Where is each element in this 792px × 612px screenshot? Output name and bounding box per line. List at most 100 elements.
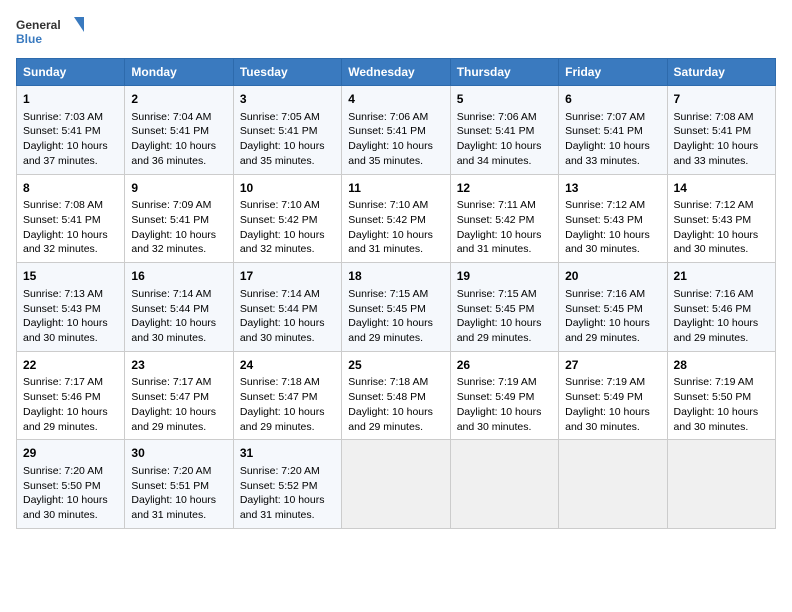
week-row-2: 8Sunrise: 7:08 AMSunset: 5:41 PMDaylight… [17,174,776,263]
day-info: Daylight: 10 hours [348,316,443,331]
calendar-cell: 4Sunrise: 7:06 AMSunset: 5:41 PMDaylight… [342,86,450,175]
day-info: Sunrise: 7:11 AM [457,198,552,213]
week-row-5: 29Sunrise: 7:20 AMSunset: 5:50 PMDayligh… [17,440,776,529]
day-number: 21 [674,268,769,285]
day-info: Daylight: 10 hours [131,405,226,420]
calendar-cell: 9Sunrise: 7:09 AMSunset: 5:41 PMDaylight… [125,174,233,263]
day-info: Sunset: 5:41 PM [348,124,443,139]
day-info: Daylight: 10 hours [240,228,335,243]
calendar-cell [450,440,558,529]
day-info: Daylight: 10 hours [23,139,118,154]
day-info: and 29 minutes. [674,331,769,346]
day-number: 12 [457,180,552,197]
day-info: and 30 minutes. [131,331,226,346]
day-info: Sunset: 5:47 PM [131,390,226,405]
day-info: Daylight: 10 hours [565,405,660,420]
day-number: 13 [565,180,660,197]
day-info: and 33 minutes. [565,154,660,169]
day-info: Sunset: 5:44 PM [240,302,335,317]
day-info: Daylight: 10 hours [348,405,443,420]
day-info: Sunrise: 7:19 AM [565,375,660,390]
calendar-cell: 21Sunrise: 7:16 AMSunset: 5:46 PMDayligh… [667,263,775,352]
day-info: and 30 minutes. [565,242,660,257]
day-info: Daylight: 10 hours [240,139,335,154]
calendar-cell: 8Sunrise: 7:08 AMSunset: 5:41 PMDaylight… [17,174,125,263]
day-info: Daylight: 10 hours [131,228,226,243]
day-info: and 29 minutes. [23,420,118,435]
day-info: Daylight: 10 hours [131,493,226,508]
day-info: Daylight: 10 hours [348,139,443,154]
day-number: 15 [23,268,118,285]
day-info: Sunrise: 7:06 AM [348,110,443,125]
day-info: and 31 minutes. [457,242,552,257]
day-info: Daylight: 10 hours [348,228,443,243]
day-info: Sunset: 5:43 PM [674,213,769,228]
calendar-cell [667,440,775,529]
day-info: Sunrise: 7:15 AM [457,287,552,302]
logo: General Blue [16,16,86,48]
day-info: Sunset: 5:52 PM [240,479,335,494]
day-info: Sunrise: 7:10 AM [348,198,443,213]
day-info: Daylight: 10 hours [674,228,769,243]
week-row-1: 1Sunrise: 7:03 AMSunset: 5:41 PMDaylight… [17,86,776,175]
day-number: 30 [131,445,226,462]
day-number: 26 [457,357,552,374]
day-info: and 32 minutes. [23,242,118,257]
day-info: Sunrise: 7:08 AM [23,198,118,213]
day-number: 20 [565,268,660,285]
day-info: Sunrise: 7:16 AM [674,287,769,302]
day-info: and 29 minutes. [131,420,226,435]
day-info: Sunrise: 7:08 AM [674,110,769,125]
day-info: Sunrise: 7:17 AM [23,375,118,390]
day-info: and 29 minutes. [348,420,443,435]
calendar-cell: 28Sunrise: 7:19 AMSunset: 5:50 PMDayligh… [667,351,775,440]
day-info: and 29 minutes. [457,331,552,346]
day-info: Sunrise: 7:03 AM [23,110,118,125]
column-header-tuesday: Tuesday [233,59,341,86]
day-info: and 35 minutes. [348,154,443,169]
day-info: Daylight: 10 hours [457,405,552,420]
day-number: 19 [457,268,552,285]
day-info: and 31 minutes. [131,508,226,523]
day-info: and 35 minutes. [240,154,335,169]
day-info: Sunset: 5:43 PM [23,302,118,317]
day-info: Sunrise: 7:18 AM [240,375,335,390]
day-number: 11 [348,180,443,197]
day-info: Sunset: 5:43 PM [565,213,660,228]
day-info: Sunset: 5:45 PM [457,302,552,317]
day-info: Sunrise: 7:14 AM [131,287,226,302]
calendar-cell: 25Sunrise: 7:18 AMSunset: 5:48 PMDayligh… [342,351,450,440]
day-info: Sunset: 5:42 PM [457,213,552,228]
day-info: Daylight: 10 hours [23,405,118,420]
day-info: Daylight: 10 hours [565,316,660,331]
day-info: Sunrise: 7:10 AM [240,198,335,213]
calendar-cell: 6Sunrise: 7:07 AMSunset: 5:41 PMDaylight… [559,86,667,175]
day-info: Sunset: 5:47 PM [240,390,335,405]
day-info: Daylight: 10 hours [240,316,335,331]
day-info: Sunrise: 7:12 AM [674,198,769,213]
day-info: and 33 minutes. [674,154,769,169]
day-info: Sunset: 5:42 PM [240,213,335,228]
day-info: and 30 minutes. [565,420,660,435]
day-info: Daylight: 10 hours [457,316,552,331]
day-info: Sunrise: 7:14 AM [240,287,335,302]
day-number: 8 [23,180,118,197]
calendar-cell: 17Sunrise: 7:14 AMSunset: 5:44 PMDayligh… [233,263,341,352]
day-number: 22 [23,357,118,374]
day-info: Daylight: 10 hours [457,139,552,154]
day-number: 10 [240,180,335,197]
day-info: and 31 minutes. [240,508,335,523]
column-header-thursday: Thursday [450,59,558,86]
calendar-cell: 14Sunrise: 7:12 AMSunset: 5:43 PMDayligh… [667,174,775,263]
day-info: Sunrise: 7:09 AM [131,198,226,213]
calendar-cell: 20Sunrise: 7:16 AMSunset: 5:45 PMDayligh… [559,263,667,352]
calendar-cell [342,440,450,529]
day-info: Sunset: 5:49 PM [457,390,552,405]
calendar-cell: 27Sunrise: 7:19 AMSunset: 5:49 PMDayligh… [559,351,667,440]
column-header-wednesday: Wednesday [342,59,450,86]
day-info: and 30 minutes. [23,331,118,346]
day-number: 6 [565,91,660,108]
calendar-cell: 30Sunrise: 7:20 AMSunset: 5:51 PMDayligh… [125,440,233,529]
day-number: 24 [240,357,335,374]
calendar-cell: 3Sunrise: 7:05 AMSunset: 5:41 PMDaylight… [233,86,341,175]
